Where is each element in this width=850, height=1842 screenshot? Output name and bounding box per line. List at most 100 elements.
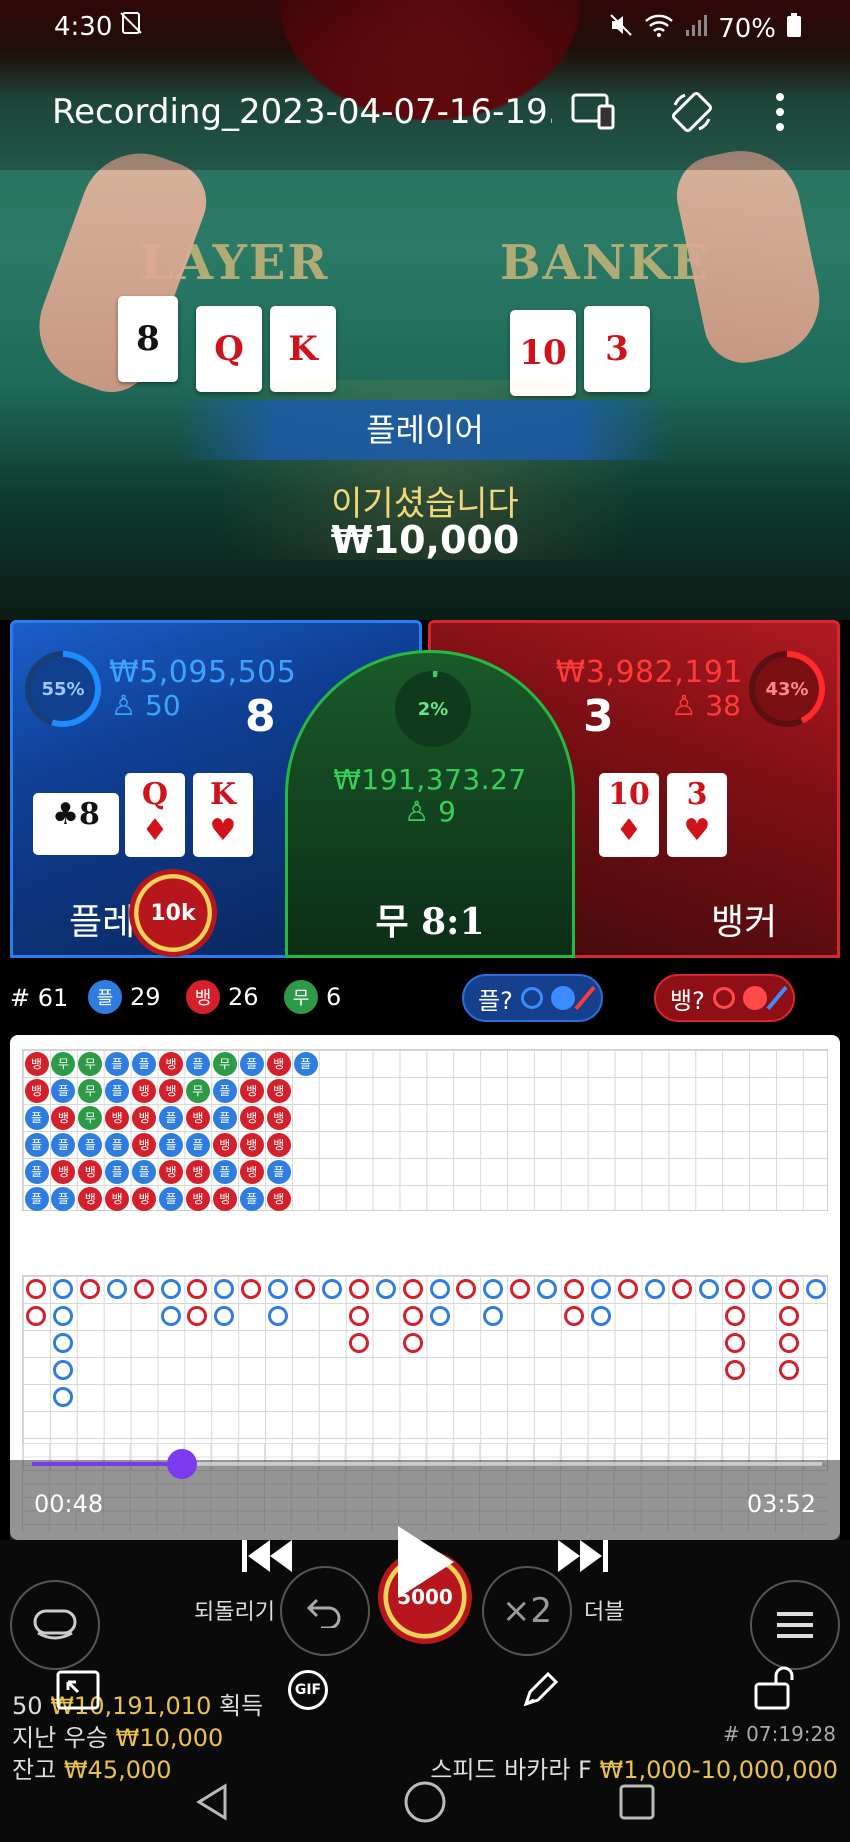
- skip-back-icon: [242, 1540, 292, 1572]
- back-nav-icon[interactable]: [193, 1782, 233, 1826]
- banker-score: 3: [583, 691, 614, 742]
- big-road-ring: [617, 1279, 638, 1299]
- banker-card: 3 ♥: [667, 773, 727, 857]
- bead-cell: 무: [78, 1078, 103, 1103]
- bead-cell: 플: [212, 1105, 237, 1130]
- big-road-ring: [402, 1306, 423, 1326]
- wifi-icon: [644, 12, 674, 45]
- rewind-button[interactable]: [240, 1536, 294, 1580]
- bead-cell: 플: [24, 1105, 49, 1130]
- skip-forward-icon: [558, 1540, 608, 1572]
- player-percent-ring: 55%: [25, 651, 101, 727]
- tie-bettor-count: 9: [438, 795, 456, 828]
- battery-text: 70%: [718, 13, 776, 44]
- big-road-ring: [806, 1279, 827, 1299]
- scrub-track[interactable]: [32, 1449, 822, 1479]
- big-road-ring: [52, 1360, 73, 1380]
- mute-icon: [608, 12, 634, 45]
- big-road-ring: [644, 1279, 665, 1299]
- game-id: # 07:19:28: [723, 1722, 836, 1746]
- big-road-ring: [187, 1306, 208, 1326]
- banker-total-bet: ₩3,982,191: [555, 655, 743, 690]
- win-suffix: 획득: [218, 1692, 264, 1720]
- bead-cell: 뱅: [132, 1105, 157, 1130]
- big-road-ring: [402, 1333, 423, 1353]
- ring-icon: [712, 987, 735, 1009]
- rotate-screen-icon[interactable]: [666, 86, 718, 138]
- bead-cell: 플: [132, 1159, 157, 1184]
- cast-icon[interactable]: [568, 86, 620, 138]
- time-total: 03:52: [746, 1490, 816, 1518]
- bead-cell: 뱅: [266, 1105, 291, 1130]
- fast-forward-button[interactable]: [556, 1536, 610, 1580]
- bead-cell: 플: [24, 1159, 49, 1184]
- status-icons: 70%: [608, 12, 802, 45]
- big-road-ring: [483, 1306, 504, 1326]
- big-road-ring: [214, 1306, 235, 1326]
- bead-cell: 플: [132, 1051, 157, 1076]
- play-icon: [398, 1526, 454, 1598]
- player-bettor-count: 50: [145, 689, 181, 722]
- player-ask-button[interactable]: 플?: [462, 974, 603, 1022]
- big-road-ring: [348, 1333, 369, 1353]
- big-road-ring: [456, 1279, 477, 1299]
- tie-bet-spot[interactable]: 2% ₩191,373.27 ♙ 9 무 8:1: [285, 650, 575, 958]
- home-nav-icon[interactable]: [403, 1780, 447, 1828]
- dnd-icon: [118, 10, 144, 43]
- bead-cell: 플: [239, 1051, 264, 1076]
- bead-cell: 무: [51, 1051, 76, 1076]
- player-win-count: 29: [130, 983, 161, 1011]
- big-road-ring: [564, 1306, 584, 1326]
- bet-panels: 55% ₩5,095,505 ♙ 50 8 ♣8 Q♦ K♥ 플레이어 10k …: [10, 620, 840, 960]
- big-road-ring: [133, 1279, 154, 1299]
- bead-cell: 뱅: [266, 1132, 291, 1157]
- unlock-icon[interactable]: [752, 1664, 796, 1714]
- chat-bubble-icon: [33, 1609, 77, 1640]
- bead-cell: 무: [78, 1105, 103, 1130]
- recents-nav-icon[interactable]: [617, 1782, 657, 1826]
- bead-cell: 플: [51, 1132, 76, 1157]
- big-road-ring: [510, 1279, 531, 1299]
- play-button[interactable]: [392, 1522, 458, 1606]
- tie-percent: 2%: [417, 698, 449, 720]
- player-wins: 플 29: [88, 980, 161, 1014]
- person-icon: ♙: [671, 689, 697, 722]
- big-road-ring: [590, 1306, 611, 1326]
- tie-win-count: 6: [326, 983, 342, 1011]
- gif-icon[interactable]: GIF: [288, 1670, 328, 1710]
- banker-label: 뱅커: [711, 902, 778, 943]
- bead-cell: 뱅: [159, 1159, 183, 1184]
- big-road-ring: [79, 1279, 100, 1299]
- win-summary: 50 ₩10,191,010 획득: [12, 1686, 263, 1721]
- slash-icon: [574, 985, 596, 1011]
- dot-icon: [550, 986, 575, 1010]
- stats-row: # 61 플 29 뱅 26 무 6 플? 뱅?: [0, 972, 850, 1024]
- recording-title: Recording_2023-04-07-16-19...: [52, 92, 552, 132]
- bead-cell: 뱅: [212, 1186, 237, 1211]
- big-road: [22, 1275, 828, 1471]
- signal-icon: [684, 12, 708, 45]
- bead-cell: 뱅: [266, 1186, 291, 1211]
- chat-button[interactable]: [10, 1580, 100, 1670]
- scrub-handle[interactable]: [167, 1449, 198, 1479]
- banker-bettors: ♙ 38: [671, 689, 741, 722]
- menu-button[interactable]: [750, 1580, 840, 1670]
- double-label: 더블: [584, 1600, 625, 1625]
- bead-cell: 플: [212, 1078, 237, 1103]
- expand-icon[interactable]: [56, 1670, 100, 1714]
- big-road-ring: [348, 1279, 369, 1299]
- bead-cell: 플: [212, 1159, 237, 1184]
- big-road-ring: [295, 1279, 315, 1299]
- banker-wins: 뱅 26: [186, 980, 259, 1014]
- big-road-ring: [402, 1279, 423, 1299]
- tie-wins: 무 6: [284, 980, 341, 1014]
- banker-ask-button[interactable]: 뱅?: [654, 974, 795, 1022]
- undo-icon: [306, 1598, 341, 1628]
- more-options-icon[interactable]: [754, 86, 806, 138]
- banker-ask-label: 뱅?: [670, 986, 705, 1015]
- bead-cell: 뱅: [239, 1159, 264, 1184]
- bead-cell: 뱅: [185, 1159, 210, 1184]
- bead-cell: 뱅: [185, 1105, 210, 1130]
- edit-icon[interactable]: [518, 1670, 560, 1716]
- big-road-ring: [671, 1279, 692, 1299]
